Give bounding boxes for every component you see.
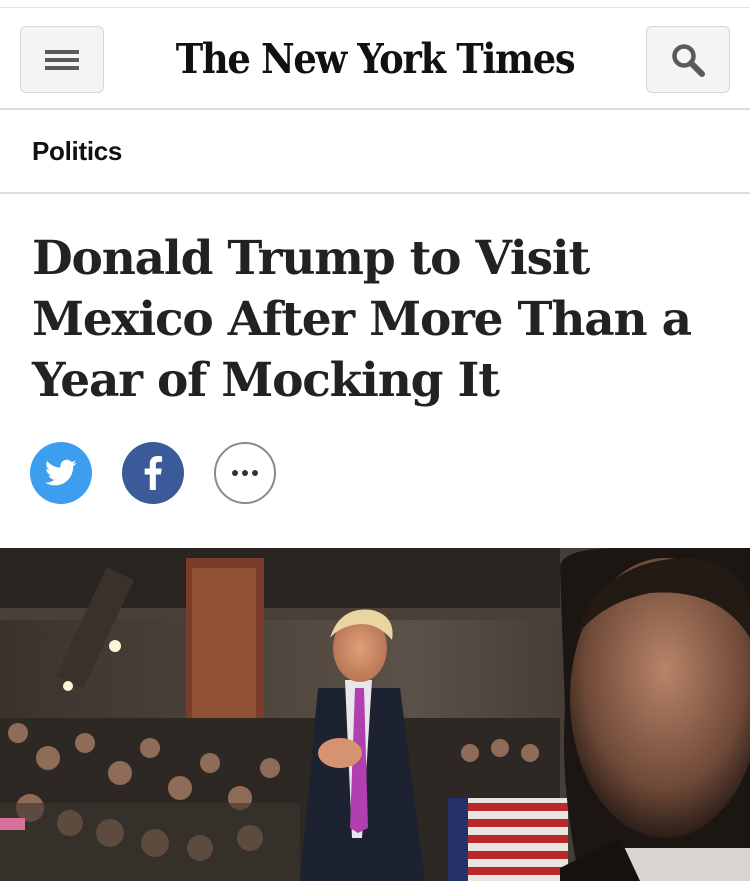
facebook-f-icon — [144, 456, 163, 490]
hamburger-menu-icon — [45, 49, 79, 70]
search-icon — [672, 43, 705, 77]
lead-photo-illustration — [0, 548, 750, 881]
more-share-options-button[interactable] — [214, 442, 276, 504]
section-divider — [0, 192, 750, 194]
header-divider — [0, 108, 750, 110]
section-label[interactable]: Politics — [32, 136, 122, 167]
search-button[interactable] — [646, 26, 730, 93]
twitter-share-button[interactable] — [30, 442, 92, 504]
site-header: The New York Times — [0, 8, 750, 109]
facebook-share-button[interactable] — [122, 442, 184, 504]
twitter-bird-icon — [45, 459, 77, 486]
article-headline: Donald Trump to Visit Mexico After More … — [32, 231, 692, 408]
article-lead-photo[interactable] — [0, 548, 750, 881]
more-options-ellipsis-icon — [232, 470, 258, 476]
masthead-logo[interactable]: The New York Times — [164, 34, 587, 84]
menu-button[interactable] — [20, 26, 104, 93]
